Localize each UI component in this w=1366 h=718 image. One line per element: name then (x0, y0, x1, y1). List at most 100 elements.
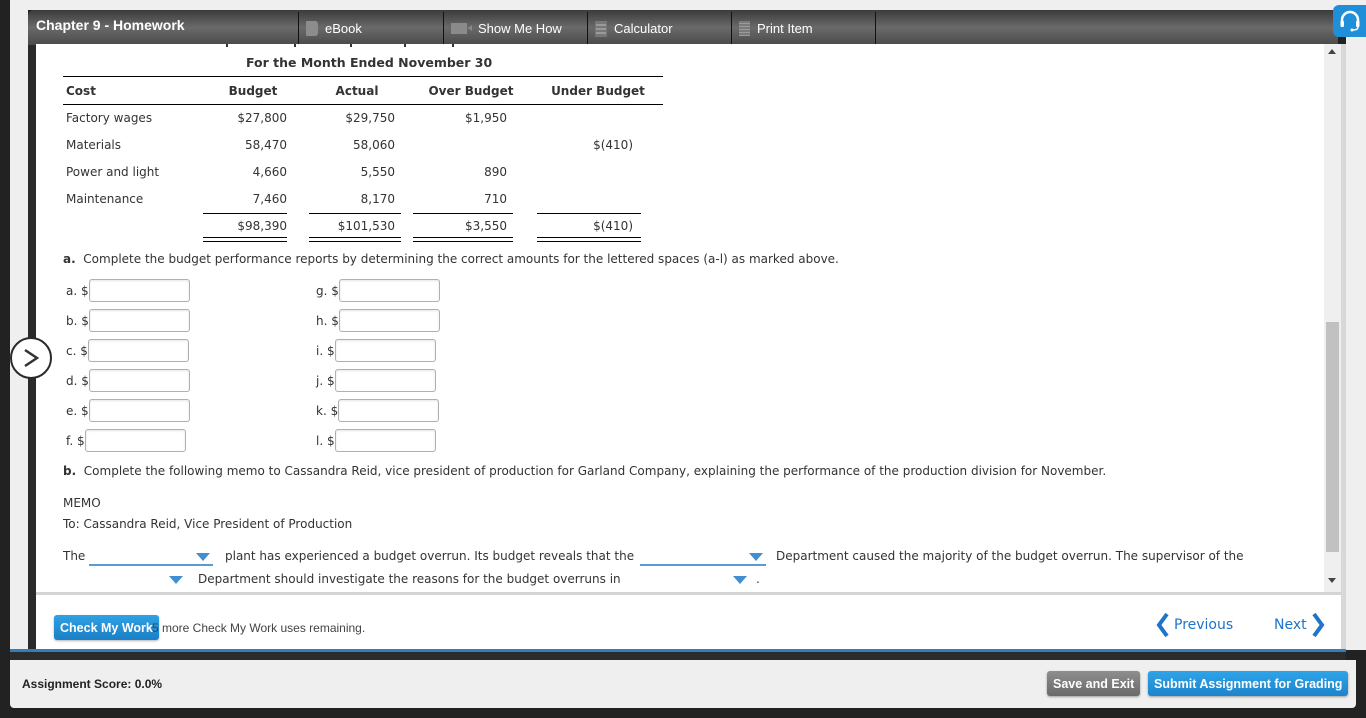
scroll-up-arrow-icon[interactable] (1328, 49, 1336, 54)
under-budget-value (533, 186, 663, 213)
field-label: l. $ (316, 433, 335, 448)
over-budget-value: $1,950 (465, 111, 507, 126)
actual-total: $101,530 (305, 212, 409, 242)
chevron-down-icon (169, 576, 183, 584)
scroll-down-arrow-icon[interactable] (1328, 578, 1336, 583)
chevron-down-icon (733, 576, 747, 584)
budget-value: 7,460 (252, 192, 287, 206)
budget-value: $27,800 (237, 111, 287, 126)
part-a-instruction: a. Complete the budget performance repor… (63, 252, 839, 266)
department-dropdown[interactable] (640, 548, 766, 566)
answer-input-e[interactable] (88, 399, 190, 422)
calculator-icon (595, 20, 607, 37)
memo-text-3: Department caused the majority of the bu… (776, 549, 1244, 563)
part-b-text: Complete the following memo to Cassandra… (83, 464, 1107, 478)
print-icon (739, 21, 750, 36)
show-me-how-button[interactable]: Show Me How (443, 12, 587, 45)
next-label: Next (1274, 617, 1307, 633)
content-scrollbar[interactable] (1324, 44, 1341, 592)
calculator-label: Calculator (614, 21, 673, 36)
table-row: Materials 58,470 58,060 $(410) (63, 132, 663, 159)
report-period: For the Month Ended November 30 (246, 55, 493, 70)
question-content: For the Month Ended November 30 Cost Bud… (36, 44, 1324, 592)
toolbar: Chapter 9 - Homework eBook Show Me How C… (28, 10, 1338, 45)
answer-input-b[interactable] (88, 309, 190, 332)
part-b-marker: b. (63, 464, 77, 478)
book-icon (306, 21, 318, 36)
over-budget-value (409, 132, 533, 159)
table-row: Factory wages $27,800 $29,750 $1,950 (63, 105, 663, 132)
answer-input-k[interactable] (338, 399, 440, 422)
memo-text-4: Department should investigate the reason… (198, 572, 621, 586)
answer-input-f[interactable] (84, 429, 186, 452)
answer-field-d: d. $ (66, 369, 190, 392)
right-gutter (1346, 37, 1366, 650)
submit-assignment-button[interactable]: Submit Assignment for Grading (1148, 671, 1349, 696)
field-label: e. $ (66, 403, 89, 418)
previous-label: Previous (1174, 617, 1234, 633)
question-action-bar: Check My Work 5 more Check My Work uses … (36, 592, 1341, 649)
memo-text-2: plant has experienced a budget overrun. … (225, 549, 635, 563)
field-label: f. $ (66, 433, 85, 448)
answer-field-e: e. $ (66, 399, 190, 422)
answer-input-g[interactable] (338, 279, 440, 302)
part-a-text: Complete the budget performance reports … (83, 252, 839, 266)
expand-panel-button[interactable] (10, 337, 52, 379)
video-icon (451, 23, 472, 34)
table-row: Maintenance 7,460 8,170 710 (63, 186, 663, 213)
overrun-area-dropdown[interactable] (686, 571, 750, 589)
under-budget-value: $(410) (593, 138, 633, 152)
field-label: a. $ (66, 283, 89, 298)
answer-input-c[interactable] (87, 339, 189, 362)
top-strip (10, 0, 1366, 10)
answer-input-a[interactable] (88, 279, 190, 302)
totals-row: $98,390 $101,530 $3,550 $(410) (63, 212, 663, 242)
answer-field-c: c. $ (66, 339, 189, 362)
memo-heading: MEMO (63, 496, 101, 510)
over-budget-value: 890 (484, 165, 507, 179)
under-budget-value (533, 105, 663, 132)
answer-input-j[interactable] (334, 369, 436, 392)
clipped-text-fragment (226, 44, 506, 47)
over-budget-total: $3,550 (409, 212, 533, 242)
budget-value: 4,660 (252, 165, 287, 179)
plant-dropdown[interactable] (89, 548, 213, 566)
calculator-button[interactable]: Calculator (587, 12, 731, 45)
cost-name: Factory wages (66, 111, 153, 126)
under-budget-total: $(410) (533, 212, 663, 242)
assignment-title: Chapter 9 - Homework (36, 17, 185, 33)
field-label: g. $ (316, 283, 339, 298)
check-my-work-button[interactable]: Check My Work (54, 615, 159, 640)
field-label: d. $ (66, 373, 89, 388)
totals-label (63, 213, 201, 240)
actual-value: 58,060 (353, 138, 395, 152)
field-label: k. $ (316, 403, 339, 418)
answer-input-d[interactable] (88, 369, 190, 392)
chevron-down-icon (196, 553, 210, 561)
save-and-exit-button[interactable]: Save and Exit (1047, 671, 1141, 696)
actual-value: 5,550 (360, 165, 395, 179)
assignment-score: Assignment Score: 0.0% (22, 677, 163, 691)
headset-icon (1340, 10, 1359, 32)
field-label: j. $ (316, 373, 335, 388)
chevron-down-icon (749, 553, 763, 561)
part-a-marker: a. (63, 252, 76, 266)
help-button[interactable] (1333, 5, 1366, 37)
column-header-actual: Actual (305, 76, 409, 105)
ebook-button[interactable]: eBook (298, 12, 443, 45)
memo-text-5: . (756, 572, 760, 586)
table-row: Power and light 4,660 5,550 890 (63, 159, 663, 186)
table-header-row: Cost Budget Actual Over Budget Under Bud… (63, 76, 663, 105)
answer-input-l[interactable] (334, 429, 436, 452)
previous-button[interactable]: Previous (1156, 611, 1233, 639)
print-item-button[interactable]: Print Item (731, 12, 876, 45)
scrollbar-thumb[interactable] (1326, 322, 1339, 552)
answer-field-a: a. $ (66, 279, 190, 302)
next-button[interactable]: Next (1274, 611, 1325, 639)
column-header-over-budget: Over Budget (409, 76, 533, 105)
answer-input-i[interactable] (334, 339, 436, 362)
supervisor-department-dropdown[interactable] (126, 571, 186, 589)
budget-total: $98,390 (201, 212, 305, 242)
memo-text-1: The (63, 549, 86, 563)
answer-input-h[interactable] (338, 309, 440, 332)
